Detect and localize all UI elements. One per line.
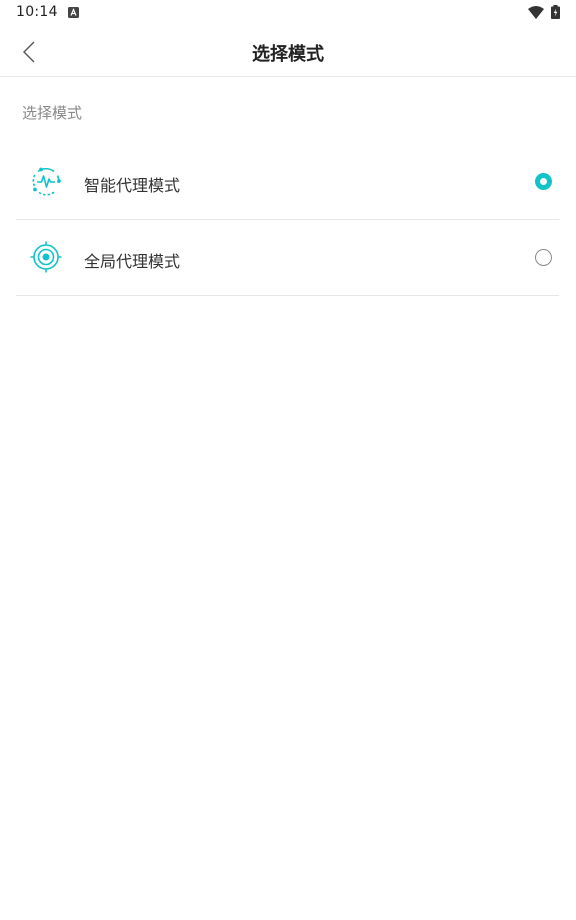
status-bar: 10:14 [0,0,576,26]
radio-button-unselected[interactable] [535,249,552,266]
target-icon [30,241,62,273]
status-time: 10:14 [16,4,58,20]
a-notification-icon [68,7,79,18]
pulse-circle-icon [32,167,61,196]
app-bar: 选择模式 [0,26,576,77]
wifi-icon [528,6,544,19]
section-header: 选择模式 [22,104,83,122]
battery-charging-icon [551,5,560,19]
option-label: 全局代理模式 [84,252,181,271]
option-label: 智能代理模式 [84,176,181,195]
option-global-proxy[interactable]: 全局代理模式 [16,220,559,296]
page-title: 选择模式 [252,44,324,65]
radio-button-selected[interactable] [535,173,552,190]
option-smart-proxy[interactable]: 智能代理模式 [16,144,559,220]
